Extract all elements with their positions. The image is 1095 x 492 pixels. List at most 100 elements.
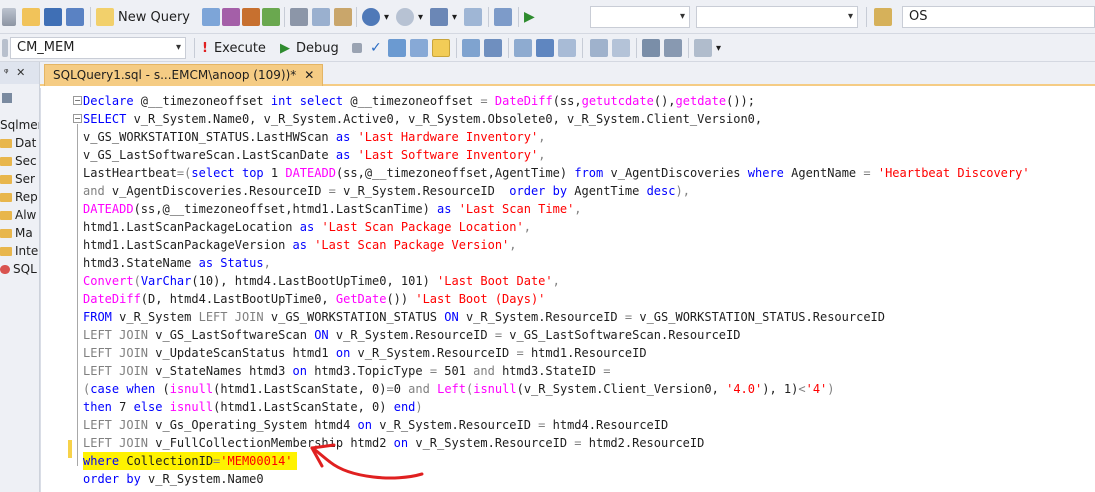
cut-icon[interactable] (290, 7, 308, 27)
tab-sqlquery1[interactable]: SQLQuery1.sql - s...EMCM\anoop (109))* ✕ (44, 64, 324, 86)
tree-item-server[interactable]: Sqlmer (0, 116, 39, 134)
collapse-icon[interactable]: − (73, 114, 82, 123)
toolbar-separator (866, 7, 867, 27)
code-line-2: SELECT v_R_System.Name0, v_R_System.Acti… (83, 112, 763, 126)
available-databases-dropdown[interactable]: CM_MEM ▾ (10, 37, 186, 59)
new-query-button[interactable]: New Query (96, 7, 190, 27)
redo-icon[interactable] (396, 7, 414, 27)
tree-item-label: Alw (15, 208, 37, 222)
undo-dropdown-icon[interactable]: ▾ (384, 7, 389, 27)
tree-item-integration[interactable]: Inte (0, 242, 38, 260)
comment-lines-icon[interactable] (590, 38, 608, 58)
reports-icon[interactable] (494, 7, 512, 27)
new-project-icon[interactable] (22, 7, 40, 27)
tree-item-label: Ser (15, 172, 35, 186)
code-line-8: htmd1.LastScanPackageLocation as 'Last S… (83, 220, 531, 234)
save-all-icon[interactable] (66, 7, 84, 27)
solution-config-dropdown[interactable]: ▾ (590, 6, 690, 28)
paste-icon[interactable] (334, 7, 352, 27)
toolbar-separator (356, 7, 357, 27)
code-line-19: LEFT JOIN v_Gs_Operating_System htmd4 on… (83, 418, 669, 432)
execute-button[interactable]: ! Execute (202, 38, 266, 58)
increase-indent-icon[interactable] (664, 38, 682, 58)
code-line-20: LEFT JOIN v_FullCollectionMembership htm… (83, 436, 705, 450)
uncomment-lines-icon[interactable] (612, 38, 630, 58)
code-line-16: LEFT JOIN v_StateNames htmd3 on htmd3.To… (83, 364, 611, 378)
debug-button[interactable]: ▶ Debug (280, 38, 339, 58)
decrease-indent-icon[interactable] (642, 38, 660, 58)
xmla-query-icon[interactable] (262, 7, 280, 27)
copy-icon[interactable] (312, 7, 330, 27)
parse-checkmark-icon[interactable]: ✓ (370, 38, 382, 58)
folder-icon (0, 211, 12, 220)
analysis-mdx-query-icon[interactable] (222, 7, 240, 27)
new-query-icon (96, 8, 114, 26)
code-line-18: then 7 else isnull(htmd1.LastScanState, … (83, 400, 423, 414)
specify-template-values-icon[interactable] (694, 38, 712, 58)
tree-item-always-on[interactable]: Alw (0, 206, 36, 224)
toolbar-grip-icon[interactable] (2, 38, 8, 58)
intellisense-icon[interactable] (432, 38, 450, 58)
toolbar-separator (636, 38, 637, 58)
tab-title: SQLQuery1.sql - s...EMCM\anoop (109))* (53, 68, 297, 82)
pin-icon[interactable]: ᵠ (4, 66, 9, 79)
debug-label: Debug (296, 40, 339, 56)
code-line-1: Declare @__timezoneoffset int select @__… (83, 94, 756, 108)
close-tab-icon[interactable]: ✕ (304, 68, 314, 82)
toolbar-overflow-icon[interactable]: ▾ (716, 38, 721, 58)
connect-icon[interactable] (2, 93, 12, 103)
object-explorer-header: ᵠ ✕ (0, 62, 39, 84)
execute-label: Execute (213, 40, 266, 56)
folder-icon (0, 175, 12, 184)
redo-dropdown-icon[interactable]: ▾ (418, 7, 423, 27)
solution-platform-dropdown[interactable]: ▾ (696, 6, 858, 28)
sql-editor-toolbar: CM_MEM ▾ ! Execute ▶ Debug ✓ ▾ (0, 34, 1095, 62)
toolbar-separator (194, 38, 195, 58)
toolbar-separator (488, 7, 489, 27)
tree-item-databases[interactable]: Dat (0, 134, 36, 152)
tree-item-label: Inte (15, 244, 39, 258)
toolbar-grip-icon[interactable] (2, 7, 16, 27)
object-explorer-panel: ᵠ ✕ Sqlmer Dat Sec Ser Rep Alw Ma Inte S… (0, 62, 40, 492)
folder-icon (0, 229, 12, 238)
collapse-icon[interactable]: − (73, 96, 82, 105)
find-search-input[interactable]: OS (902, 6, 1095, 28)
start-play-icon[interactable]: ▶ (524, 7, 535, 27)
save-icon[interactable] (44, 7, 62, 27)
find-in-files-icon[interactable] (874, 7, 892, 27)
results-to-grid-icon[interactable] (536, 38, 554, 58)
tree-item-replication[interactable]: Rep (0, 188, 38, 206)
analysis-dmx-query-icon[interactable] (242, 7, 260, 27)
fold-guide (77, 124, 78, 466)
tree-item-security[interactable]: Sec (0, 152, 37, 170)
toolbar-separator (688, 38, 689, 58)
results-to-file-icon[interactable] (558, 38, 576, 58)
tree-toolbar[interactable] (2, 90, 12, 108)
live-stats-icon[interactable] (484, 38, 502, 58)
code-line-3: v_GS_WORKSTATION_STATUS.LastHWScan as 'L… (83, 130, 546, 144)
folder-icon (0, 247, 12, 256)
folder-icon (0, 193, 12, 202)
tree-item-management[interactable]: Ma (0, 224, 33, 242)
query-editor[interactable]: − − Declare @__timezoneoffset int select… (40, 88, 1095, 492)
code-line-9: htmd1.LastScanPackageVersion as 'Last Sc… (83, 238, 517, 252)
tree-item-server-objects[interactable]: Ser (0, 170, 35, 188)
code-line-4: v_GS_LastSoftwareScan.LastScanDate as 'L… (83, 148, 546, 162)
tree-item-sql-agent[interactable]: SQL (0, 260, 37, 278)
close-icon[interactable]: ✕ (16, 66, 25, 79)
include-plan-icon[interactable] (462, 38, 480, 58)
results-to-text-icon[interactable] (514, 38, 532, 58)
code-line-17: (case when (isnull(htmd1.LastScanState, … (83, 382, 835, 396)
code-line-12: DateDiff(D, htmd4.LastBootUpTime0, GetDa… (83, 292, 546, 306)
code-line-14: LEFT JOIN v_GS_LastSoftwareScan ON v_R_S… (83, 328, 741, 342)
query-designer-icon[interactable] (410, 38, 428, 58)
cancel-query-icon[interactable] (352, 38, 362, 58)
activity-monitor-icon[interactable] (464, 7, 482, 27)
navigate-icon[interactable] (430, 7, 448, 27)
database-engine-query-icon[interactable] (202, 7, 220, 27)
estimated-plan-icon[interactable] (388, 38, 406, 58)
chevron-down-icon: ▾ (175, 42, 181, 53)
undo-icon[interactable] (362, 7, 380, 27)
toolbar-separator (90, 7, 91, 27)
navigate-dropdown-icon[interactable]: ▾ (452, 7, 457, 27)
